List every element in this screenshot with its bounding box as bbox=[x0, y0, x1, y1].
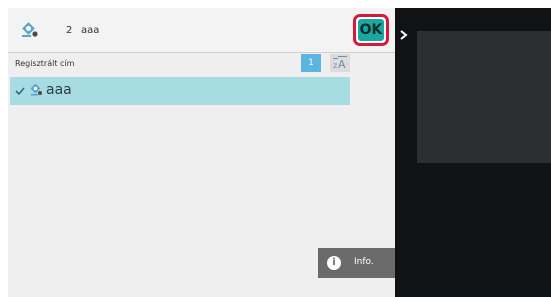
registered-address-label: Regisztrált cím bbox=[15, 59, 75, 68]
address-item-name: aaa bbox=[46, 82, 72, 98]
address-list-item[interactable]: aaa bbox=[10, 77, 350, 105]
address-book-icon[interactable] bbox=[18, 20, 40, 40]
preview-area bbox=[417, 31, 551, 163]
address-count: 2 bbox=[66, 25, 73, 36]
address-panel: 2 aaa OK Regisztrált cím 1 z A aaa i Inf… bbox=[8, 8, 395, 297]
chevron-right-icon[interactable] bbox=[398, 29, 410, 41]
checkmark-icon bbox=[15, 87, 25, 96]
address-list-empty-area bbox=[10, 105, 350, 265]
ok-button-label: OK bbox=[358, 19, 384, 41]
page-number-badge[interactable]: 1 bbox=[301, 54, 321, 72]
info-button-label: Info. bbox=[354, 257, 374, 267]
svg-text:A: A bbox=[338, 58, 346, 70]
address-icon bbox=[30, 83, 42, 96]
info-button[interactable]: i Info. bbox=[318, 248, 395, 278]
ok-button[interactable]: OK bbox=[353, 14, 389, 46]
sort-button[interactable]: z A bbox=[330, 54, 350, 72]
svg-text:z: z bbox=[333, 61, 337, 70]
screen-frame: 2 aaa OK Regisztrált cím 1 z A aaa i Inf… bbox=[8, 8, 551, 297]
selected-address-name: aaa bbox=[81, 25, 100, 36]
sort-icon: z A bbox=[333, 56, 347, 70]
header-bar: 2 aaa OK bbox=[8, 8, 395, 53]
list-subheader: Regisztrált cím 1 z A bbox=[8, 53, 395, 75]
info-icon: i bbox=[327, 256, 341, 270]
